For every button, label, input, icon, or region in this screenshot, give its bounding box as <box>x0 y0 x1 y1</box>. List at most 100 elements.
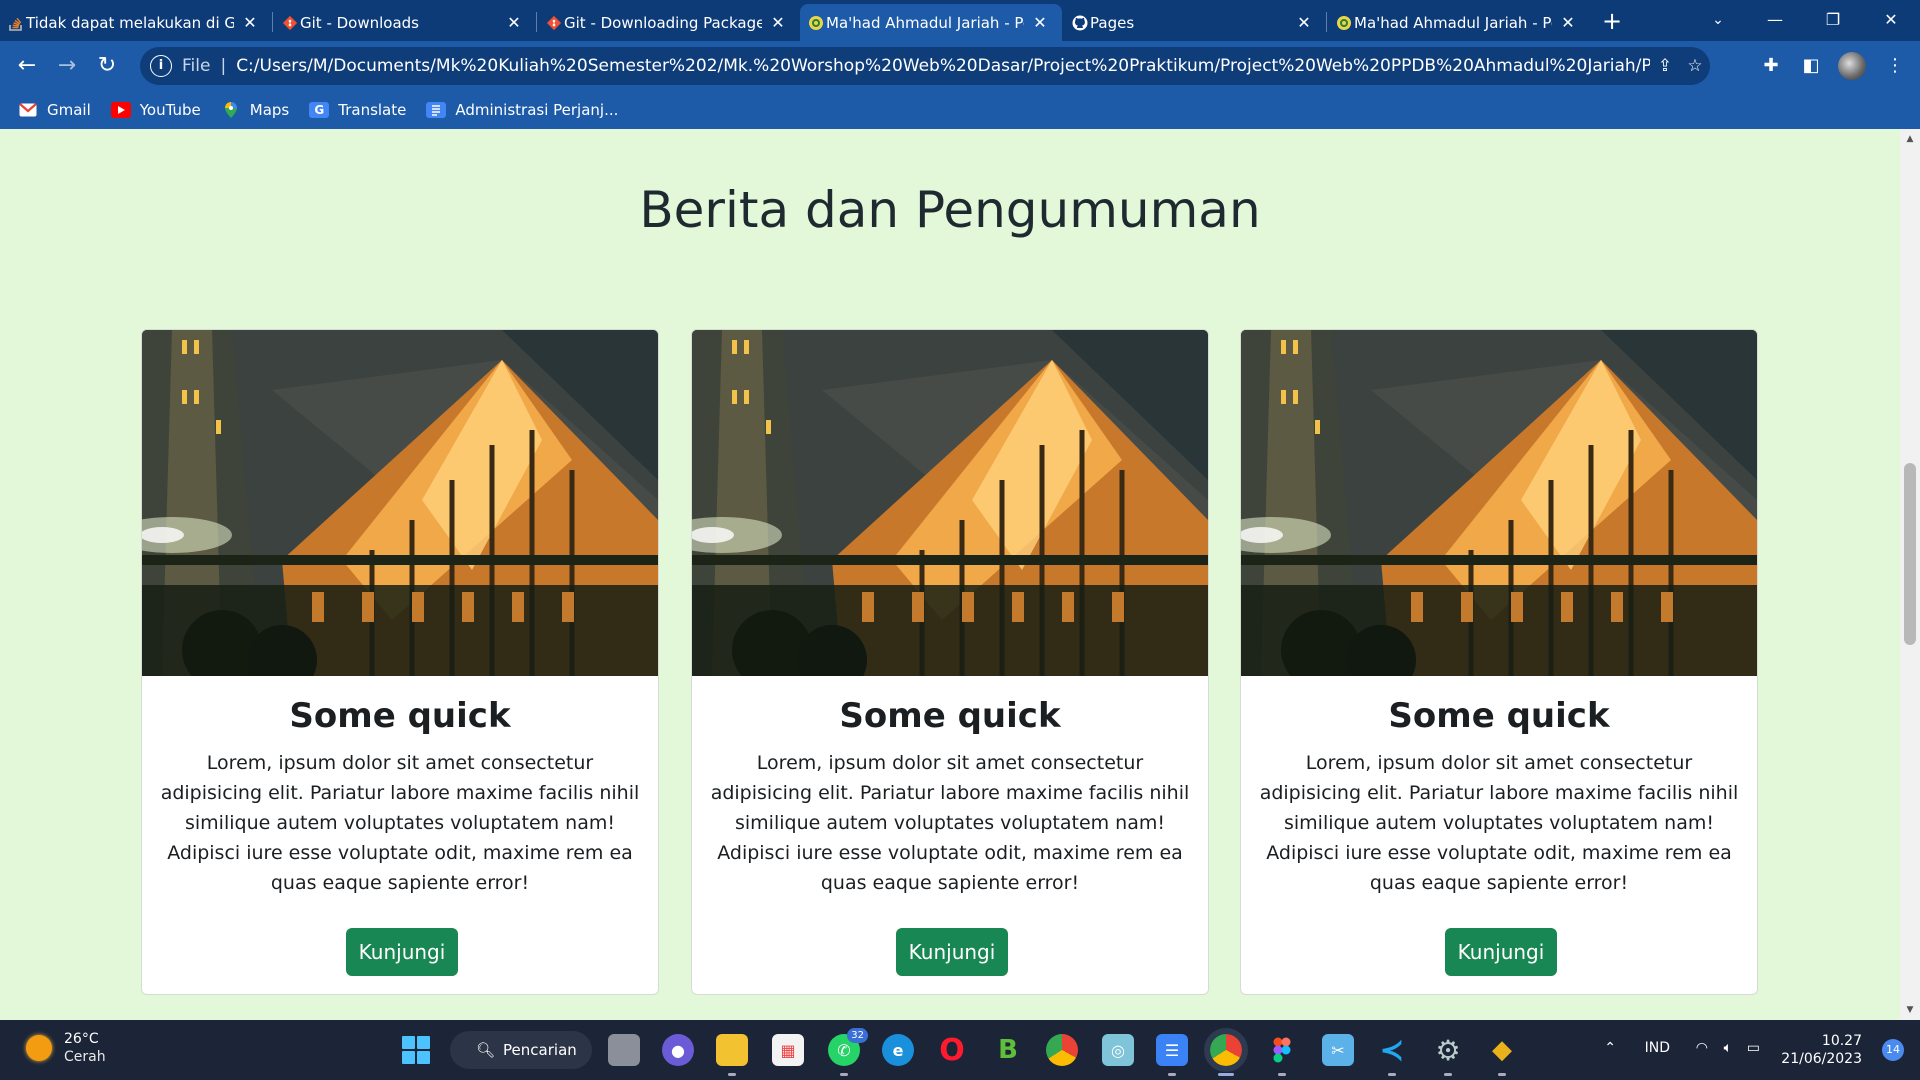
bookmark-docs[interactable]: Administrasi Perjanj... <box>426 101 618 119</box>
weather-condition: Cerah <box>64 1049 106 1065</box>
close-icon[interactable]: ✕ <box>768 13 788 32</box>
tab-4[interactable]: Pages ✕ <box>1064 4 1326 41</box>
chevron-up-icon[interactable]: ⌃ <box>1604 1040 1616 1056</box>
close-icon[interactable]: ✕ <box>1558 13 1578 32</box>
snipping-tool-icon[interactable]: ✂ <box>1322 1034 1354 1066</box>
chrome-icon[interactable] <box>1046 1034 1078 1066</box>
opera-icon[interactable]: O <box>936 1033 968 1068</box>
whatsapp-icon[interactable]: ✆ 32 <box>828 1028 868 1076</box>
close-icon[interactable]: ✕ <box>504 13 524 32</box>
bookmark-label: YouTube <box>139 101 201 119</box>
bookmark-label: Maps <box>249 101 290 119</box>
minimize-button[interactable]: — <box>1752 0 1798 40</box>
card-title: Some quick <box>289 696 511 736</box>
scrollbar-thumb[interactable] <box>1904 463 1916 645</box>
app-icon[interactable]: ◎ <box>1102 1034 1134 1066</box>
visit-button[interactable]: Kunjungi <box>346 928 458 976</box>
new-tab-button[interactable]: + <box>1598 8 1626 36</box>
extensions-icon[interactable]: ✚ <box>1756 51 1786 81</box>
chrome-profile-icon[interactable] <box>1204 1028 1248 1076</box>
tab-3-active[interactable]: Ma'had Ahmadul Jariah - Po ✕ <box>800 4 1062 41</box>
bookmarks-bar: Gmail YouTube Maps G Translate Administr… <box>0 91 1920 129</box>
visit-button[interactable]: Kunjungi <box>896 928 1008 976</box>
git-gui-icon[interactable]: ◆ <box>1486 1034 1518 1076</box>
news-card: Some quick Lorem, ipsum dolor sit amet c… <box>141 329 659 995</box>
divider: | <box>220 56 227 76</box>
tab-separator <box>272 12 273 32</box>
page-viewport: Berita dan Pengumuman Some quick Lorem, … <box>0 129 1900 1020</box>
tab-strip: Tidak dapat melakukan di G ✕ Git - Downl… <box>0 0 1920 41</box>
settings-gear-icon[interactable]: ⚙ <box>1432 1034 1464 1076</box>
forward-arrow-icon[interactable]: → <box>50 49 84 83</box>
tab-separator <box>536 12 537 32</box>
bookmark-label: Administrasi Perjanj... <box>455 101 619 119</box>
reload-icon[interactable]: ↻ <box>90 49 124 83</box>
file-explorer-icon[interactable] <box>716 1034 748 1076</box>
back-arrow-icon[interactable]: ← <box>10 49 44 83</box>
taskbar: 26°C Cerah 🔍︎ Pencarian ● ▦ ✆ 32 e O B ◎ … <box>0 1020 1920 1080</box>
figma-icon[interactable] <box>1266 1034 1298 1076</box>
github-icon <box>1072 15 1088 31</box>
tab-title: Git - Downloads <box>300 13 419 32</box>
tab-5[interactable]: Ma'had Ahmadul Jariah - Po ✕ <box>1328 4 1590 41</box>
bookmark-translate[interactable]: G Translate <box>309 101 406 119</box>
task-view-icon[interactable] <box>608 1034 640 1066</box>
scheme-label: File <box>182 56 211 76</box>
info-icon[interactable]: i <box>150 55 172 77</box>
site-logo-icon <box>1336 15 1352 31</box>
clock-time: 10.27 <box>1821 1033 1862 1049</box>
address-bar[interactable]: i File | C:/Users/M/Documents/Mk%20Kulia… <box>140 47 1710 85</box>
edge-icon[interactable]: e <box>882 1034 914 1066</box>
close-icon[interactable]: ✕ <box>1030 13 1050 32</box>
sun-icon <box>26 1035 52 1061</box>
bookmark-youtube[interactable]: YouTube <box>110 101 201 119</box>
share-icon[interactable]: ⇪ <box>1650 56 1680 76</box>
vertical-scrollbar[interactable]: ▲ ▼ <box>1900 129 1920 1020</box>
weather-widget[interactable]: 26°C Cerah <box>26 1030 106 1066</box>
url-text[interactable]: C:/Users/M/Documents/Mk%20Kuliah%20Semes… <box>236 56 1650 76</box>
tab-title: Tidak dapat melakukan di G <box>26 13 234 32</box>
bookmark-maps[interactable]: Maps <box>221 101 289 119</box>
restore-button[interactable]: ❐ <box>1810 0 1856 40</box>
weather-temp: 26°C <box>64 1031 99 1047</box>
bookmark-gmail[interactable]: Gmail <box>18 101 91 119</box>
card-text: Lorem, ipsum dolor sit amet consectetur … <box>710 752 1190 894</box>
notification-badge[interactable]: 14 <box>1882 1039 1904 1061</box>
store-icon[interactable]: ▦ <box>772 1034 804 1066</box>
language-indicator[interactable]: IND <box>1645 1040 1670 1056</box>
scroll-up-icon[interactable]: ▲ <box>1900 131 1920 147</box>
docs-icon <box>426 102 447 118</box>
maps-icon <box>221 102 241 118</box>
side-panel-icon[interactable]: ◧ <box>1796 51 1826 81</box>
vscode-icon[interactable]: ≺ <box>1376 1033 1408 1076</box>
bookmark-star-icon[interactable]: ☆ <box>1680 56 1710 76</box>
card-image <box>142 330 658 676</box>
browser-toolbar: ← → ↻ i File | C:/Users/M/Documents/Mk%2… <box>0 41 1920 91</box>
taskbar-search[interactable]: 🔍︎ Pencarian <box>450 1031 592 1069</box>
avatar[interactable] <box>1838 52 1866 80</box>
search-icon: 🔍︎ <box>476 1041 496 1059</box>
visit-button[interactable]: Kunjungi <box>1445 928 1557 976</box>
tab-title: Pages <box>1090 13 1135 32</box>
close-icon[interactable]: ✕ <box>1294 13 1314 32</box>
youtube-icon <box>110 102 131 118</box>
battery-icon[interactable]: ▭ <box>1747 1040 1760 1056</box>
close-icon[interactable]: ✕ <box>240 13 260 32</box>
tab-search-icon[interactable]: ⌄ <box>1706 8 1730 32</box>
clock[interactable]: 10.27 21/06/2023 <box>1781 1032 1862 1068</box>
close-window-button[interactable]: ✕ <box>1868 0 1914 40</box>
card-image <box>692 330 1208 676</box>
scroll-down-icon[interactable]: ▼ <box>1900 1002 1920 1018</box>
tab-2[interactable]: Git - Downloading Package ✕ <box>538 4 800 41</box>
windows-start-icon[interactable] <box>402 1036 430 1064</box>
menu-kebab-icon[interactable]: ⋮ <box>1880 51 1910 81</box>
volume-icon[interactable]: 🔈︎ <box>1724 1040 1732 1056</box>
stackoverflow-icon <box>8 15 24 31</box>
chat-icon[interactable]: ● <box>662 1034 694 1066</box>
tab-0[interactable]: Tidak dapat melakukan di G ✕ <box>0 4 272 41</box>
translate-icon: G <box>309 102 330 118</box>
wifi-icon[interactable]: ◠ <box>1696 1040 1708 1056</box>
tab-1[interactable]: Git - Downloads ✕ <box>274 4 536 41</box>
tb-app-icon[interactable]: B <box>992 1034 1024 1066</box>
notepad-icon[interactable]: ☰ <box>1156 1034 1188 1076</box>
